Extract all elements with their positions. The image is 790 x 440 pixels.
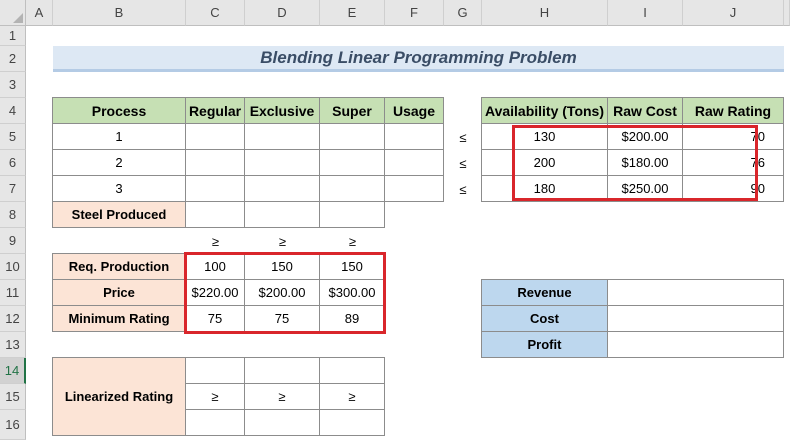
super-cell-1[interactable]	[319, 123, 385, 150]
regular-cell-3[interactable]	[185, 175, 245, 202]
column-header-j[interactable]: J	[683, 0, 784, 26]
column-header-a[interactable]: A	[26, 0, 53, 26]
linearized-ge-regular[interactable]: ≥	[185, 383, 245, 410]
column-header-g[interactable]: G	[444, 0, 482, 26]
steel-regular-cell[interactable]	[185, 201, 245, 228]
row-header-3[interactable]: 3	[0, 72, 26, 98]
row-header-16[interactable]: 16	[0, 410, 26, 440]
super-cell-3[interactable]	[319, 175, 385, 202]
usage-cell-3[interactable]	[384, 175, 444, 202]
exclusive-cell-1[interactable]	[244, 123, 320, 150]
header-raw-cost[interactable]: Raw Cost	[607, 97, 683, 124]
row-header-9[interactable]: 9	[0, 228, 26, 254]
row-header-13[interactable]: 13	[0, 332, 26, 358]
column-header-h[interactable]: H	[482, 0, 608, 26]
exclusive-cell-2[interactable]	[244, 149, 320, 176]
header-availability[interactable]: Availability (Tons)	[481, 97, 608, 124]
minimum-rating-label[interactable]: Minimum Rating	[52, 305, 186, 332]
ge-sign-exclusive[interactable]: ≥	[245, 228, 320, 254]
header-process[interactable]: Process	[52, 97, 186, 124]
linearized-ge-exclusive[interactable]: ≥	[244, 383, 320, 410]
header-usage[interactable]: Usage	[384, 97, 444, 124]
ge-sign-regular[interactable]: ≥	[186, 228, 245, 254]
steel-exclusive-cell[interactable]	[244, 201, 320, 228]
usage-cell-2[interactable]	[384, 149, 444, 176]
profit-label[interactable]: Profit	[481, 331, 608, 358]
le-sign-3[interactable]: ≤	[444, 176, 482, 202]
column-header-i[interactable]: I	[608, 0, 683, 26]
linearized-super-bottom[interactable]	[319, 409, 385, 436]
header-super[interactable]: Super	[319, 97, 385, 124]
linearized-super-top[interactable]	[319, 357, 385, 384]
column-header-d[interactable]: D	[245, 0, 320, 26]
ge-sign-super[interactable]: ≥	[320, 228, 385, 254]
row-header-10[interactable]: 10	[0, 254, 26, 280]
cost-value-cell[interactable]	[607, 305, 784, 332]
availability-highlight-box	[512, 125, 758, 201]
row-header-15[interactable]: 15	[0, 384, 26, 410]
linearized-regular-bottom[interactable]	[185, 409, 245, 436]
profit-value-cell[interactable]	[607, 331, 784, 358]
row-header-2[interactable]: 2	[0, 46, 26, 72]
column-header-f[interactable]: F	[385, 0, 444, 26]
le-sign-1[interactable]: ≤	[444, 124, 482, 150]
price-label[interactable]: Price	[52, 279, 186, 306]
regular-cell-1[interactable]	[185, 123, 245, 150]
exclusive-cell-3[interactable]	[244, 175, 320, 202]
req-production-label[interactable]: Req. Production	[52, 253, 186, 280]
revenue-label[interactable]: Revenue	[481, 279, 608, 306]
header-regular[interactable]: Regular	[185, 97, 245, 124]
regular-cell-2[interactable]	[185, 149, 245, 176]
column-header-c[interactable]: C	[186, 0, 245, 26]
cost-label[interactable]: Cost	[481, 305, 608, 332]
select-all-corner[interactable]	[0, 0, 26, 26]
column-header-k[interactable]	[784, 0, 790, 26]
column-header-e[interactable]: E	[320, 0, 385, 26]
row-header-11[interactable]: 11	[0, 280, 26, 306]
process-cell-2[interactable]: 2	[52, 149, 186, 176]
row-header-1[interactable]: 1	[0, 26, 26, 46]
usage-cell-1[interactable]	[384, 123, 444, 150]
row-header-7[interactable]: 7	[0, 176, 26, 202]
le-sign-2[interactable]: ≤	[444, 150, 482, 176]
row-header-12[interactable]: 12	[0, 306, 26, 332]
process-cell-1[interactable]: 1	[52, 123, 186, 150]
linearized-ge-super[interactable]: ≥	[319, 383, 385, 410]
row-header-5[interactable]: 5	[0, 124, 26, 150]
linearized-exclusive-top[interactable]	[244, 357, 320, 384]
steel-super-cell[interactable]	[319, 201, 385, 228]
row-header-4[interactable]: 4	[0, 98, 26, 124]
process-cell-3[interactable]: 3	[52, 175, 186, 202]
header-exclusive[interactable]: Exclusive	[244, 97, 320, 124]
row-header-8[interactable]: 8	[0, 202, 26, 228]
linearized-rating-label[interactable]: Linearized Rating	[52, 357, 186, 436]
linearized-exclusive-bottom[interactable]	[244, 409, 320, 436]
linearized-regular-top[interactable]	[185, 357, 245, 384]
revenue-value-cell[interactable]	[607, 279, 784, 306]
sheet-title[interactable]: Blending Linear Programming Problem	[53, 46, 784, 72]
header-raw-rating[interactable]: Raw Rating	[682, 97, 784, 124]
requirements-highlight-box	[184, 252, 386, 334]
super-cell-2[interactable]	[319, 149, 385, 176]
column-header-b[interactable]: B	[53, 0, 186, 26]
row-header-6[interactable]: 6	[0, 150, 26, 176]
steel-produced-label[interactable]: Steel Produced	[52, 201, 186, 228]
row-header-14[interactable]: 14	[0, 358, 26, 384]
